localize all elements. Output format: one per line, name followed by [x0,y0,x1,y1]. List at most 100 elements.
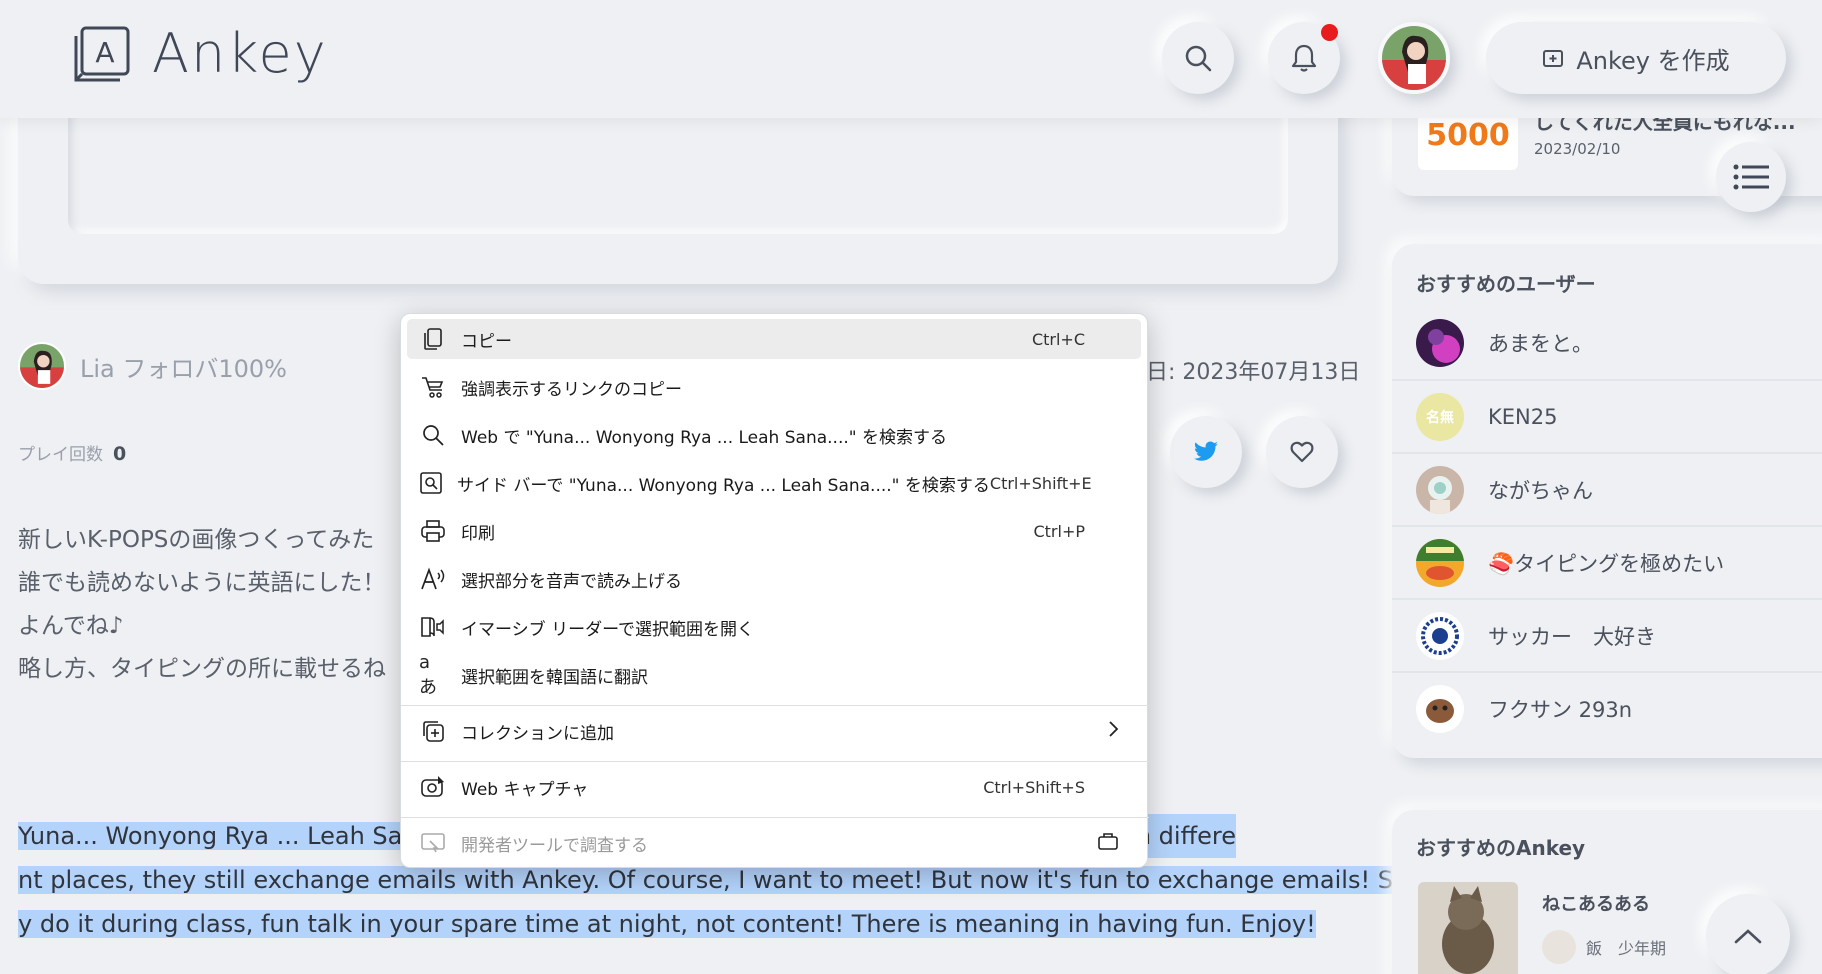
recommended-user[interactable]: フクサン 293n [1392,671,1822,744]
menu-item-label: 強調表示するリンクのコピー [461,379,682,400]
ankey-item-author: 飯 少年期 [1586,939,1667,958]
menu-item-web-search[interactable]: Web で "Yuna... Wonyong Rya ... Leah Sana… [407,415,1141,455]
user-avatar [1416,538,1464,587]
scroll-top-button[interactable] [1706,894,1790,974]
sidebar-search-icon [419,469,443,497]
menu-item-label: コピー [461,331,512,352]
notification-button[interactable] [1268,22,1340,94]
recommended-user[interactable]: ながちゃん [1392,452,1822,525]
list-icon [1733,164,1769,190]
create-ankey-label: Ankey を作成 [1576,46,1730,75]
menu-item-translate[interactable]: aあ 選択範囲を韓国語に翻訳 [407,651,1141,698]
like-button[interactable] [1266,416,1338,488]
menu-item-web-capture[interactable]: Web キャプチャ Ctrl+Shift+S [407,767,1141,807]
recommended-user[interactable]: あまをと。 [1392,306,1822,379]
menu-item-label: 印刷 [461,523,495,544]
post-date: 日: 2023年07月13日 [1146,360,1361,385]
menu-item-immersive-reader[interactable]: イマーシブ リーダーで選択範囲を開く [407,607,1141,647]
logo-text: Ankey [152,22,328,85]
user-name: サッカー 大好き [1488,624,1656,649]
menu-item-label: サイド バーで "Yuna... Wonyong Rya ... Leah Sa… [457,475,990,496]
top-ankey-badge: 5000 [1426,117,1510,153]
ankey-thumbnail[interactable] [1418,882,1518,974]
description-line: 新しいK-POPSの画像つくってみた [18,527,375,553]
search-icon [1185,45,1212,72]
web-capture-icon [419,773,447,801]
briefcase-icon [1097,831,1119,856]
ankey-item-author-row: 飯 少年期 [1542,930,1666,964]
author-row[interactable]: Lia フォロバ100% [18,342,287,390]
add-box-icon [1543,50,1564,67]
top-header: A Ankey Ankey を作成 [0,0,1822,118]
context-menu: コピー Ctrl+C 強調表示するリンクのコピー Web で "Yuna... … [400,313,1149,868]
chevron-up-icon [1734,929,1762,944]
user-name: フクサン 293n [1488,697,1633,722]
translate-icon: aあ [419,651,437,698]
twitter-share-button[interactable] [1170,416,1242,488]
create-ankey-button[interactable]: Ankey を作成 [1486,22,1786,94]
menu-item-label: コレクションに追加 [461,723,614,744]
author-name[interactable]: Lia フォロバ100% [80,349,287,384]
menu-item-label: 選択部分を音声で読み上げる [461,571,682,592]
menu-item-copy-highlight-link[interactable]: 強調表示するリンクのコピー [407,367,1141,407]
menu-item-label: Web キャプチャ [461,779,589,800]
menu-item-sidebar-search[interactable]: サイド バーで "Yuna... Wonyong Rya ... Leah Sa… [407,463,1141,503]
search-button[interactable] [1162,22,1234,94]
recommended-user[interactable]: 名無 KEN25 [1392,379,1822,452]
link-copy-icon [419,373,447,401]
description-line: 誰でも読めないように英語にした！ [18,570,386,596]
user-avatar [1416,684,1464,733]
recommended-users-title: おすすめのユーザー [1416,272,1596,296]
menu-item-print[interactable]: 印刷 Ctrl+P [407,511,1141,551]
menu-item-label: イマーシブ リーダーで選択範囲を開く [461,619,755,640]
play-count-value: 0 [113,443,127,465]
heart-icon [1290,441,1314,463]
svg-text:A: A [95,36,114,69]
ankey-item-title[interactable]: ねこあるある [1542,890,1650,916]
menu-item-label: 選択範囲を韓国語に翻訳 [461,667,648,688]
toc-menu-button[interactable] [1716,142,1786,212]
menu-item-read-aloud[interactable]: 選択部分を音声で読み上げる [407,559,1141,599]
menu-separator [401,761,1149,762]
author-avatar[interactable] [18,342,66,390]
play-count-label: プレイ回数 [18,445,103,465]
menu-item-add-to-collections[interactable]: コレクションに追加 [407,711,1141,751]
logo[interactable]: A Ankey [72,24,328,84]
user-avatar-text: 名無 [1426,409,1454,426]
user-avatar: 名無 [1416,392,1464,441]
content-inner-box [68,100,1288,234]
menu-item-copy[interactable]: コピー Ctrl+C [407,319,1141,359]
immersive-reader-icon [419,613,447,641]
menu-item-inspect[interactable]: 開発者ツールで調査する [407,823,1141,863]
selected-line-text: nt places, they still exchange emails wi… [18,866,1462,894]
top-ankey-date: 2023/02/10 [1534,140,1621,158]
user-avatar [1416,318,1464,367]
menu-separator [401,705,1149,706]
user-name: 🍣タイピングを極めたい [1488,551,1725,576]
user-avatar[interactable] [1378,22,1450,94]
recommended-user[interactable]: 🍣タイピングを極めたい [1392,525,1822,598]
description-line: よんでね♪ [18,613,124,639]
recommended-users-card: おすすめのユーザー あまをと。 名無 KEN25 ながちゃん 🍣タイピングを極め… [1392,244,1822,758]
recommended-ankey-title: おすすめのAnkey [1416,836,1586,860]
user-avatar [1416,611,1464,660]
collections-icon [419,717,447,745]
menu-item-shortcut: Ctrl+C [1031,329,1085,349]
selected-line-start: Yuna... Wonyong Rya ... Leah Sana.... [18,822,463,850]
copy-icon [419,325,447,353]
menu-item-shortcut: Ctrl+P [1033,521,1085,541]
menu-item-label: 開発者ツールで調査する [461,835,648,856]
selected-line-text: y do it during class, fun talk in your s… [18,910,1316,938]
logo-icon: A [74,26,130,82]
twitter-icon [1194,441,1218,461]
devtools-icon [419,829,447,857]
print-icon [419,517,447,545]
user-avatar [1416,465,1464,514]
notification-dot [1321,24,1338,41]
description-line: 略し方、タイピングの所に載せるね [18,656,386,682]
selected-line: y do it during class, fun talk in your s… [18,902,1338,946]
recommended-user[interactable]: サッカー 大好き [1392,598,1822,671]
bell-icon [1291,44,1317,72]
menu-item-shortcut: Ctrl+Shift+S [983,777,1085,797]
read-aloud-icon [419,565,447,593]
